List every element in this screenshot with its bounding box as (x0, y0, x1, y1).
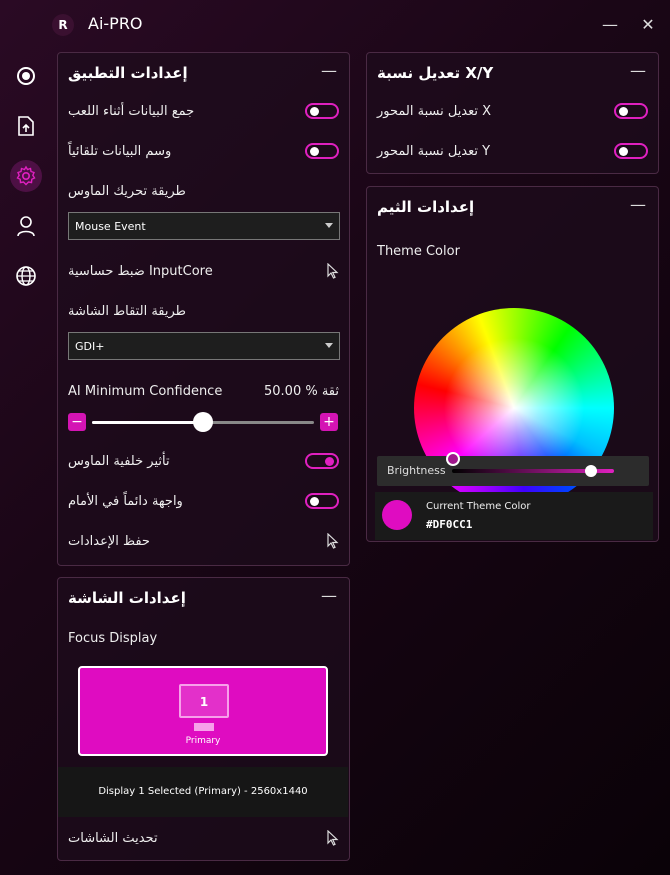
theme-color-row: Theme Color (377, 241, 648, 263)
mouse-bg-row: تأثير خلفية الماوس (68, 451, 339, 473)
y-ratio-row: تعديل نسبة المحور Y (377, 141, 648, 163)
app-settings-panel: إعدادات التطبيق — جمع البيانات أثناء الل… (57, 52, 350, 566)
mouse-method-select[interactable]: Mouse Event (68, 212, 340, 240)
capture-method-value: GDI+ (75, 340, 105, 353)
increase-confidence-button[interactable]: + (320, 413, 338, 431)
capture-method-row: طريقة التقاط الشاشة (68, 301, 339, 323)
gear-icon[interactable] (10, 160, 42, 192)
chevron-down-icon (325, 223, 333, 228)
xy-settings-panel: تعديل نسبة X/Y — تعديل نسبة المحور X تعد… (366, 52, 659, 174)
app-logo: R (52, 14, 74, 36)
user-icon[interactable] (10, 210, 42, 242)
export-icon[interactable] (10, 110, 42, 142)
capture-method-select[interactable]: GDI+ (68, 332, 340, 360)
mouse-method-label: طريقة تحريك الماوس (68, 184, 186, 199)
auto-label-label: وسم البيانات تلقائياً (68, 144, 172, 159)
theme-color-label: Theme Color (377, 244, 460, 259)
cursor-arrow-icon[interactable] (327, 830, 339, 846)
xy-settings-header[interactable]: تعديل نسبة X/Y — (367, 53, 658, 93)
cursor-arrow-icon[interactable] (327, 263, 339, 279)
always-front-toggle[interactable] (305, 493, 339, 509)
collapse-icon[interactable]: — (321, 586, 337, 605)
monitor-number: 1 (199, 695, 209, 709)
chevron-down-icon (325, 343, 333, 348)
brightness-label: Brightness (387, 464, 446, 477)
collapse-icon[interactable]: — (630, 61, 646, 80)
inputcore-label: ضبط حساسية InputCore (68, 264, 213, 279)
display-settings-panel: إعدادات الشاشة — Focus Display 1 Primary… (57, 577, 350, 861)
theme-settings-panel: إعدادات الثيم — Theme Color Brightness C… (366, 186, 659, 542)
monitor-stand (194, 723, 214, 731)
collect-data-label: جمع البيانات أثناء اللعب (68, 104, 195, 119)
toggle-knob (310, 497, 319, 506)
always-front-row: واجهة دائماً في الأمام (68, 491, 339, 513)
theme-settings-header[interactable]: إعدادات الثيم — (367, 187, 658, 227)
refresh-displays-row[interactable]: تحديث الشاشات (68, 828, 339, 850)
monitor-label: Primary (185, 736, 221, 746)
display-info: Display 1 Selected (Primary) - 2560x1440 (58, 767, 348, 817)
focus-display-label: Focus Display (68, 631, 158, 646)
panel-title: إعدادات الثيم (377, 198, 475, 216)
globe-icon[interactable] (10, 260, 42, 292)
collapse-icon[interactable]: — (630, 195, 646, 214)
confidence-value: ثقة % 50.00 (264, 384, 339, 399)
confidence-row: AI Minimum Confidence ثقة % 50.00 (68, 381, 339, 403)
sidebar (0, 50, 52, 875)
y-ratio-label: تعديل نسبة المحور Y (377, 144, 491, 159)
y-ratio-toggle[interactable] (614, 143, 648, 159)
toggle-knob (619, 107, 628, 116)
panel-title: إعدادات الشاشة (68, 589, 186, 607)
x-ratio-toggle[interactable] (614, 103, 648, 119)
collect-data-row: جمع البيانات أثناء اللعب (68, 101, 339, 123)
color-swatch (382, 500, 412, 530)
inputcore-row[interactable]: ضبط حساسية InputCore (68, 261, 339, 283)
collapse-icon[interactable]: — (321, 61, 337, 80)
cursor-arrow-icon[interactable] (327, 533, 339, 549)
record-icon[interactable] (10, 60, 42, 92)
monitor-icon[interactable]: 1 (179, 684, 229, 718)
always-front-label: واجهة دائماً في الأمام (68, 494, 183, 509)
refresh-displays-label: تحديث الشاشات (68, 831, 158, 846)
confidence-label: AI Minimum Confidence (68, 384, 223, 399)
collect-data-toggle[interactable] (305, 103, 339, 119)
color-picker-marker[interactable] (446, 452, 460, 466)
mouse-method-row: طريقة تحريك الماوس (68, 181, 339, 203)
app-title: Ai-PRO (88, 14, 143, 33)
panel-title: إعدادات التطبيق (68, 64, 188, 82)
current-color-box: Current Theme Color #DF0CC1 (375, 492, 653, 540)
toggle-knob (325, 457, 334, 466)
current-color-label: Current Theme Color (426, 501, 531, 512)
mouse-method-value: Mouse Event (75, 220, 146, 233)
title-bar: R Ai-PRO — ✕ (0, 0, 670, 50)
slider-thumb[interactable] (585, 465, 598, 477)
toggle-knob (619, 147, 628, 156)
capture-method-label: طريقة التقاط الشاشة (68, 304, 186, 319)
x-ratio-label: تعديل نسبة المحور X (377, 104, 492, 119)
toggle-knob (310, 107, 319, 116)
slider-fill (92, 421, 203, 424)
mouse-bg-label: تأثير خلفية الماوس (68, 454, 170, 469)
mouse-bg-toggle[interactable] (305, 453, 339, 469)
display-settings-header[interactable]: إعدادات الشاشة — (58, 578, 349, 618)
save-settings-label: حفظ الإعدادات (68, 534, 150, 549)
save-settings-row[interactable]: حفظ الإعدادات (68, 531, 339, 553)
x-ratio-row: تعديل نسبة المحور X (377, 101, 648, 123)
panel-title: تعديل نسبة X/Y (377, 64, 494, 82)
slider-thumb[interactable] (193, 412, 213, 432)
minimize-button[interactable]: — (600, 14, 620, 34)
brightness-slider[interactable] (452, 465, 614, 477)
toggle-knob (310, 147, 319, 156)
focus-display-row: Focus Display (68, 628, 339, 650)
current-color-value: #DF0CC1 (426, 518, 473, 531)
confidence-slider[interactable] (92, 412, 314, 432)
decrease-confidence-button[interactable]: − (68, 413, 86, 431)
display-selector[interactable]: 1 Primary (78, 666, 328, 756)
auto-label-row: وسم البيانات تلقائياً (68, 141, 339, 163)
app-settings-header[interactable]: إعدادات التطبيق — (58, 53, 349, 93)
brightness-bar: Brightness (377, 456, 649, 486)
close-button[interactable]: ✕ (638, 14, 658, 34)
auto-label-toggle[interactable] (305, 143, 339, 159)
